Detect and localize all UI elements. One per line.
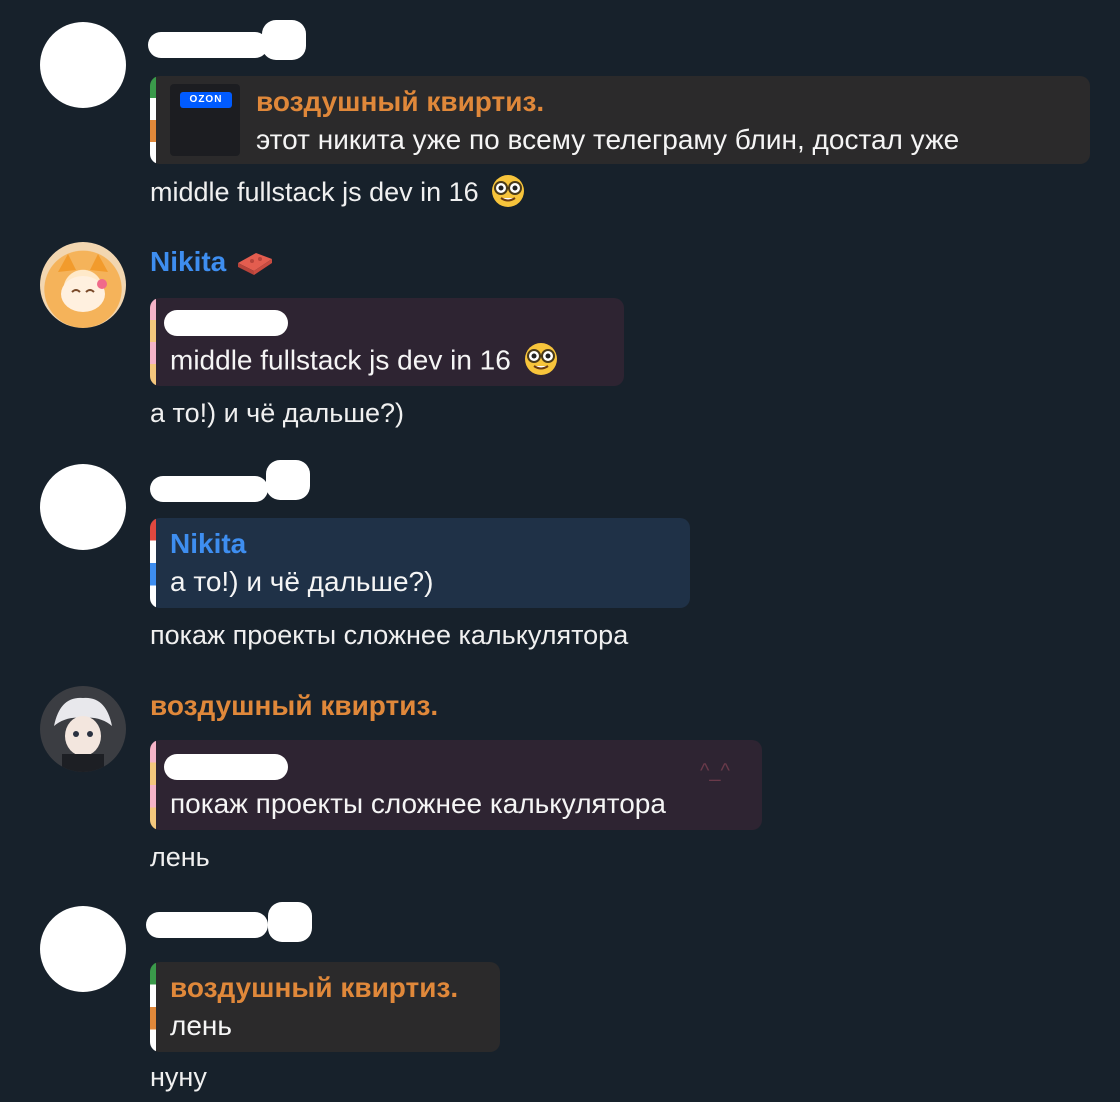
message-text: middle fullstack js dev in 16: [150, 175, 526, 212]
quote-accent-bar: [150, 76, 156, 164]
redacted-author-emoji: [266, 460, 310, 500]
anime-avatar-icon: [54, 697, 112, 772]
message-text: лень: [150, 842, 210, 872]
reply-author: Nikita: [170, 528, 247, 559]
reply-text: этот никита уже по всему телеграму блин,…: [256, 124, 960, 155]
ozon-logo-icon: OZON: [180, 92, 232, 108]
redacted-reply-author: [164, 754, 288, 780]
avatar[interactable]: [40, 22, 126, 108]
reply-text: лень: [170, 1010, 232, 1041]
anime-avatar-icon: [58, 254, 108, 312]
reply-quote[interactable]: ^_^ покаж проекты сложнее калькулятора: [150, 740, 762, 830]
quote-accent-bar: [150, 740, 156, 830]
message-text: нуну: [150, 1062, 207, 1092]
reply-text: middle fullstack js dev in 16: [170, 343, 559, 380]
reply-text: а то!) и чё дальше?): [170, 566, 434, 597]
reply-text: покаж проекты сложнее калькулятора: [170, 788, 666, 819]
quote-accent-bar: [150, 298, 156, 386]
redacted-author-emoji: [262, 20, 306, 60]
message-text-content: middle fullstack js dev in 16: [150, 177, 479, 208]
author-name: Nikita: [150, 246, 227, 277]
quote-accent-bar: [150, 518, 156, 608]
message-text: покаж проекты сложнее калькулятора: [150, 620, 629, 650]
reply-decoration: ^_^: [700, 760, 730, 782]
redacted-author-name: [146, 912, 268, 938]
avatar[interactable]: [40, 686, 126, 772]
redacted-author-name: [150, 476, 268, 502]
reply-author: воздушный квиртиз.: [256, 86, 545, 117]
brick-icon: [238, 252, 273, 275]
quote-accent-bar: [150, 962, 156, 1052]
avatar[interactable]: [40, 906, 126, 992]
message-author[interactable]: Nikita: [150, 246, 274, 279]
redacted-author-name: [148, 32, 268, 58]
nerd-face-icon: [524, 343, 557, 375]
message-author[interactable]: воздушный квиртиз.: [150, 690, 438, 722]
reply-quote[interactable]: Nikita а то!) и чё дальше?): [150, 518, 690, 608]
redacted-author-emoji: [268, 902, 312, 942]
message-text: а то!) и чё дальше?): [150, 398, 405, 428]
avatar[interactable]: [40, 242, 126, 328]
reply-quote[interactable]: middle fullstack js dev in 16: [150, 298, 624, 386]
reply-text-content: middle fullstack js dev in 16: [170, 344, 511, 376]
reply-author: воздушный квиртиз.: [170, 972, 459, 1003]
reply-thumbnail: OZON: [170, 84, 240, 156]
avatar[interactable]: [40, 464, 126, 550]
redacted-reply-author: [164, 310, 288, 336]
nerd-face-icon: [492, 175, 525, 207]
reply-quote[interactable]: OZON воздушный квиртиз. этот никита уже …: [150, 76, 1090, 164]
reply-quote[interactable]: воздушный квиртиз. лень: [150, 962, 500, 1052]
